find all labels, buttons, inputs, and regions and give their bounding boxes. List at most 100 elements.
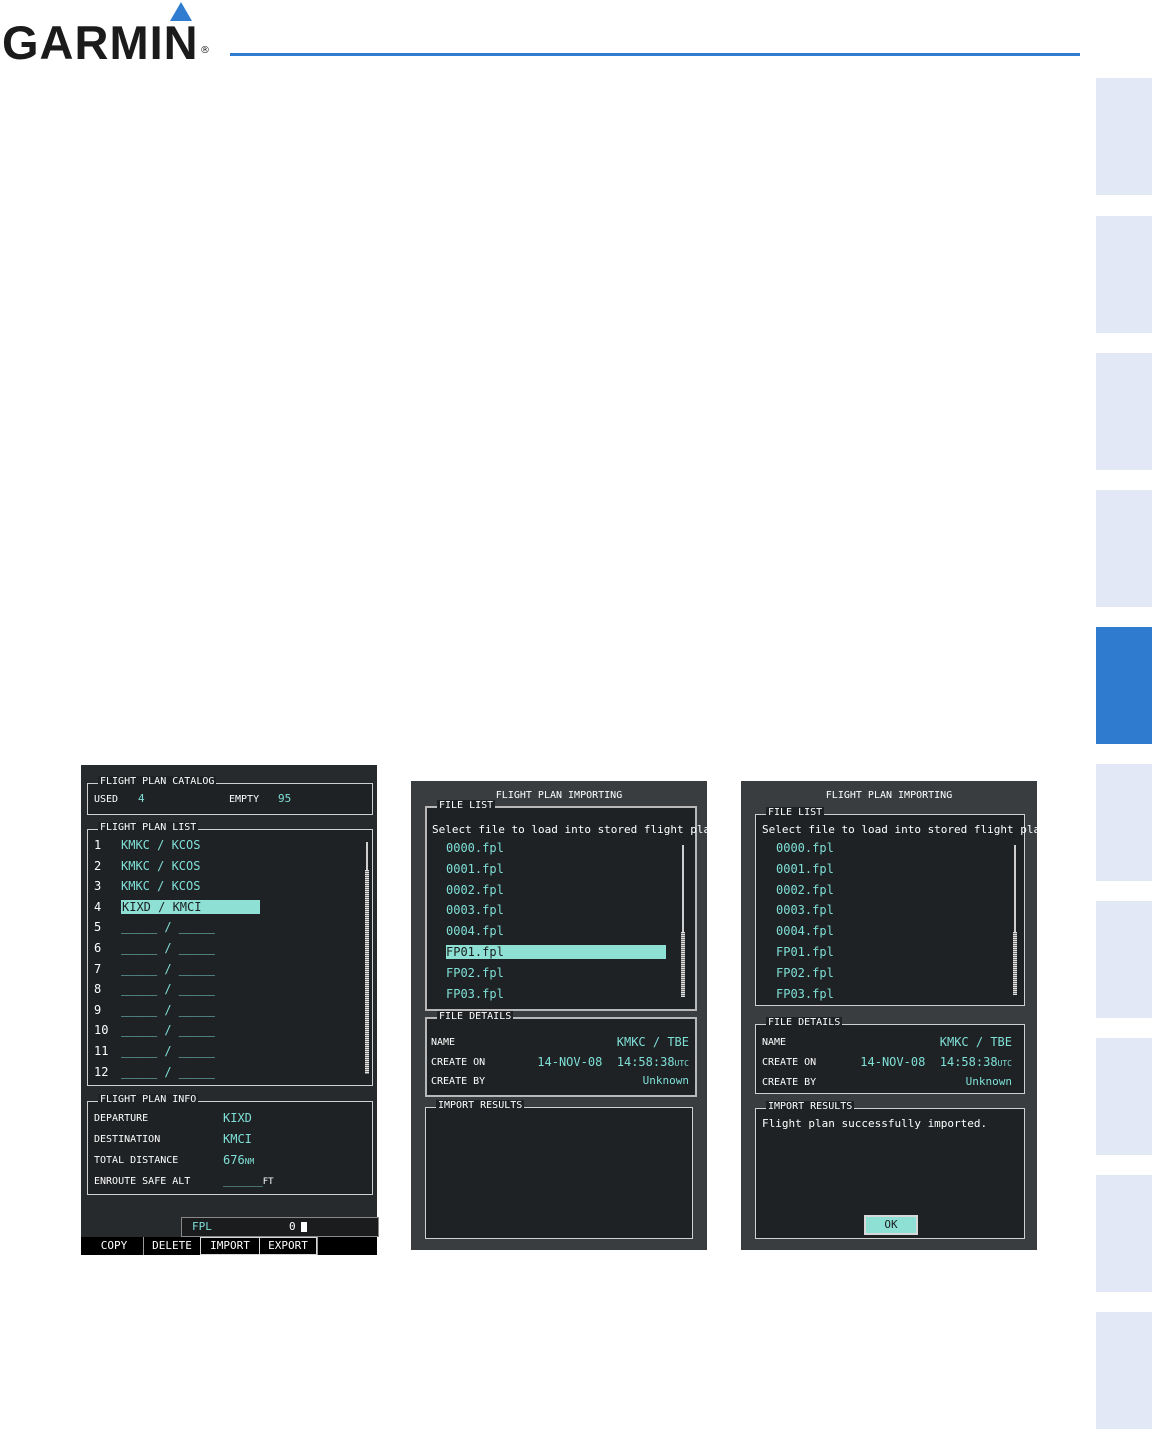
file-item[interactable]: FP02.fpl bbox=[776, 966, 834, 980]
plan-route[interactable]: _____ / _____ bbox=[121, 1044, 215, 1058]
garmin-logo: GARMIN bbox=[2, 16, 199, 69]
delete-softkey[interactable]: DELETE bbox=[143, 1237, 200, 1255]
plan-route[interactable]: KIXD / KMCI bbox=[121, 899, 260, 914]
plan-number: 12 bbox=[94, 1064, 109, 1079]
side-tab-3[interactable] bbox=[1096, 353, 1152, 470]
plan-route[interactable]: KMKC / KCOS bbox=[121, 859, 200, 873]
side-tab-4[interactable] bbox=[1096, 490, 1152, 607]
file-list-title: FILE LIST bbox=[437, 800, 496, 812]
plan-route[interactable]: _____ / _____ bbox=[121, 1065, 215, 1079]
file-item[interactable]: FP02.fpl bbox=[446, 966, 504, 980]
file-list-prompt: Select file to load into stored flight p… bbox=[762, 823, 1067, 836]
fpl-status-bar: FPL 0 bbox=[181, 1217, 379, 1237]
empty-value: 95 bbox=[278, 792, 292, 805]
name-label: NAME bbox=[762, 1037, 787, 1048]
file-list-scroll-thumb[interactable] bbox=[681, 932, 685, 997]
flight-plan-info-box: FLIGHT PLAN INFO DEPARTURE KIXD DESTINAT… bbox=[87, 1094, 373, 1195]
file-list-prompt: Select file to load into stored flight p… bbox=[432, 823, 737, 836]
file-list-box: FILE LIST Select file to load into store… bbox=[425, 800, 737, 1011]
create-by-label: CREATE BY bbox=[762, 1077, 817, 1088]
export-softkey[interactable]: EXPORT bbox=[259, 1237, 317, 1255]
file-details-box: FILE DETAILS NAME KMKC / TBE CREATE ON 1… bbox=[755, 1017, 1025, 1094]
flight-plan-info-title: FLIGHT PLAN INFO bbox=[98, 1094, 199, 1106]
file-details-title: FILE DETAILS bbox=[766, 1017, 843, 1029]
create-on-value: 14-NOV-08 14:58:38UTC bbox=[860, 1055, 1012, 1069]
name-label: NAME bbox=[431, 1037, 456, 1048]
file-item[interactable]: 0003.fpl bbox=[446, 903, 504, 917]
plan-list-scroll-thumb[interactable] bbox=[365, 870, 369, 1074]
header-rule bbox=[230, 53, 1080, 56]
file-item[interactable]: FP03.fpl bbox=[776, 987, 834, 1001]
catalog-title: FLIGHT PLAN CATALOG bbox=[98, 776, 217, 788]
file-list-scroll-thumb[interactable] bbox=[1013, 932, 1017, 995]
copy-softkey[interactable]: COPY bbox=[85, 1237, 143, 1255]
plan-number: 5 bbox=[94, 920, 102, 935]
plan-number: 8 bbox=[94, 982, 102, 997]
file-item[interactable]: FP01.fpl bbox=[776, 945, 834, 959]
file-item[interactable]: 0002.fpl bbox=[446, 883, 504, 897]
total-distance-value: 676NM bbox=[223, 1153, 255, 1167]
create-on-label: CREATE ON bbox=[762, 1057, 817, 1068]
enroute-safe-alt-value: ______FT bbox=[223, 1174, 274, 1187]
plan-route[interactable]: _____ / _____ bbox=[121, 962, 215, 976]
departure-label: DEPARTURE bbox=[94, 1113, 149, 1124]
fpl-label: FPL bbox=[192, 1220, 212, 1233]
plan-route[interactable]: _____ / _____ bbox=[121, 1003, 215, 1017]
plan-route[interactable]: _____ / _____ bbox=[121, 1023, 215, 1037]
create-on-value: 14-NOV-08 14:58:38UTC bbox=[537, 1055, 689, 1069]
name-value: KMKC / TBE bbox=[616, 1035, 689, 1049]
import-softkey[interactable]: IMPORT bbox=[200, 1237, 260, 1255]
file-list-title: FILE LIST bbox=[766, 807, 825, 819]
create-by-label: CREATE BY bbox=[431, 1076, 486, 1087]
create-by-value: Unknown bbox=[965, 1075, 1012, 1088]
import-result-message: Flight plan successfully imported. bbox=[762, 1117, 988, 1130]
side-tab-10[interactable] bbox=[1096, 1312, 1152, 1429]
file-item[interactable]: 0004.fpl bbox=[446, 924, 504, 938]
side-tab-9[interactable] bbox=[1096, 1175, 1152, 1292]
plan-number: 4 bbox=[94, 899, 102, 914]
create-on-label: CREATE ON bbox=[431, 1057, 486, 1068]
plan-route[interactable]: KMKC / KCOS bbox=[121, 838, 200, 852]
plan-route[interactable]: _____ / _____ bbox=[121, 941, 215, 955]
plan-route[interactable]: _____ / _____ bbox=[121, 920, 215, 934]
file-item[interactable]: 0003.fpl bbox=[776, 903, 834, 917]
plan-route[interactable]: _____ / _____ bbox=[121, 982, 215, 996]
file-list-box: FILE LIST Select file to load into store… bbox=[755, 807, 1067, 1006]
side-tab-5-active[interactable] bbox=[1096, 627, 1152, 744]
file-item[interactable]: 0004.fpl bbox=[776, 924, 834, 938]
file-item[interactable]: 0000.fpl bbox=[776, 841, 834, 855]
name-value: KMKC / TBE bbox=[939, 1035, 1012, 1049]
enroute-safe-alt-label: ENROUTE SAFE ALT bbox=[94, 1176, 191, 1187]
side-tab-1[interactable] bbox=[1096, 78, 1152, 195]
side-tab-7[interactable] bbox=[1096, 901, 1152, 1018]
plan-number: 2 bbox=[94, 858, 102, 873]
flight-plan-catalog-screen: FLIGHT PLAN CATALOG USED 4 EMPTY 95 FLIG… bbox=[81, 765, 379, 1255]
flight-plan-importing-screen-select: FLIGHT PLAN IMPORTING FILE LIST Select f… bbox=[411, 781, 737, 1250]
registered-mark: ® bbox=[200, 45, 210, 56]
side-tab-8[interactable] bbox=[1096, 1038, 1152, 1155]
destination-value: KMCI bbox=[223, 1132, 252, 1146]
file-item[interactable]: 0001.fpl bbox=[446, 862, 504, 876]
import-results-title: IMPORT RESULTS bbox=[436, 1100, 525, 1112]
catalog-box: FLIGHT PLAN CATALOG USED 4 EMPTY 95 bbox=[87, 776, 373, 815]
file-details-box: FILE DETAILS NAME KMKC / TBE CREATE ON 1… bbox=[425, 1011, 697, 1097]
file-item[interactable]: 0002.fpl bbox=[776, 883, 834, 897]
flight-plan-list-box: FLIGHT PLAN LIST 1 KMKC / KCOS 2 KMKC / KCO… bbox=[87, 822, 373, 1086]
total-distance-label: TOTAL DISTANCE bbox=[94, 1155, 179, 1166]
import-results-box: IMPORT RESULTS bbox=[425, 1100, 693, 1239]
file-item[interactable]: FP01.fpl bbox=[446, 945, 666, 959]
file-item[interactable]: FP03.fpl bbox=[446, 987, 504, 1001]
garmin-logo-triangle-icon bbox=[170, 2, 192, 21]
plan-route[interactable]: KMKC / KCOS bbox=[121, 879, 200, 893]
ok-button[interactable]: OK bbox=[864, 1215, 918, 1235]
fpl-cursor-block bbox=[301, 1222, 307, 1232]
plan-number: 7 bbox=[94, 961, 102, 976]
import-results-box: IMPORT RESULTS Flight plan successfully … bbox=[755, 1101, 1025, 1239]
file-item[interactable]: 0000.fpl bbox=[446, 841, 504, 855]
file-item[interactable]: 0001.fpl bbox=[776, 862, 834, 876]
side-tab-2[interactable] bbox=[1096, 216, 1152, 333]
side-tab-6[interactable] bbox=[1096, 764, 1152, 881]
plan-number: 6 bbox=[94, 941, 102, 955]
empty-label: EMPTY bbox=[229, 794, 260, 805]
import-results-title: IMPORT RESULTS bbox=[766, 1101, 855, 1113]
